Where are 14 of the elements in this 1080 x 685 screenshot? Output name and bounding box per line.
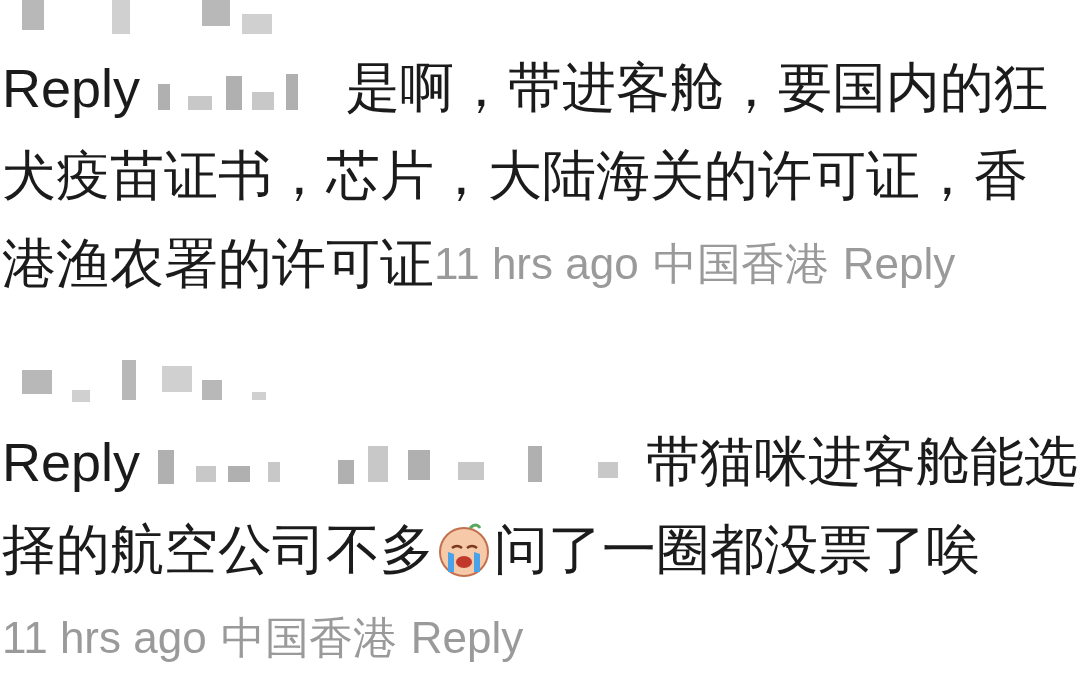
reply-label: Reply: [2, 57, 141, 119]
timestamp: 11 hrs ago: [434, 239, 639, 289]
comment-text: 犬疫苗证书，芯片，大陆海关的许可证，香: [2, 143, 1028, 207]
comment-text: 问了一圈都没票了唉: [494, 517, 980, 581]
comment-text: 港渔农署的许可证: [2, 231, 434, 295]
reply-link[interactable]: Reply: [410, 613, 524, 663]
comment-text: 择的航空公司不多: [2, 517, 434, 581]
reply-link[interactable]: Reply: [842, 239, 956, 289]
location: 中国香港: [220, 611, 397, 664]
comment-text: 是啊，带进客舱，要国内的狂: [346, 55, 1049, 119]
location: 中国香港: [652, 237, 829, 290]
reply-label: Reply: [2, 431, 141, 493]
timestamp: 11 hrs ago: [2, 613, 207, 663]
comment-text: 带猫咪进客舱能选: [646, 429, 1079, 493]
